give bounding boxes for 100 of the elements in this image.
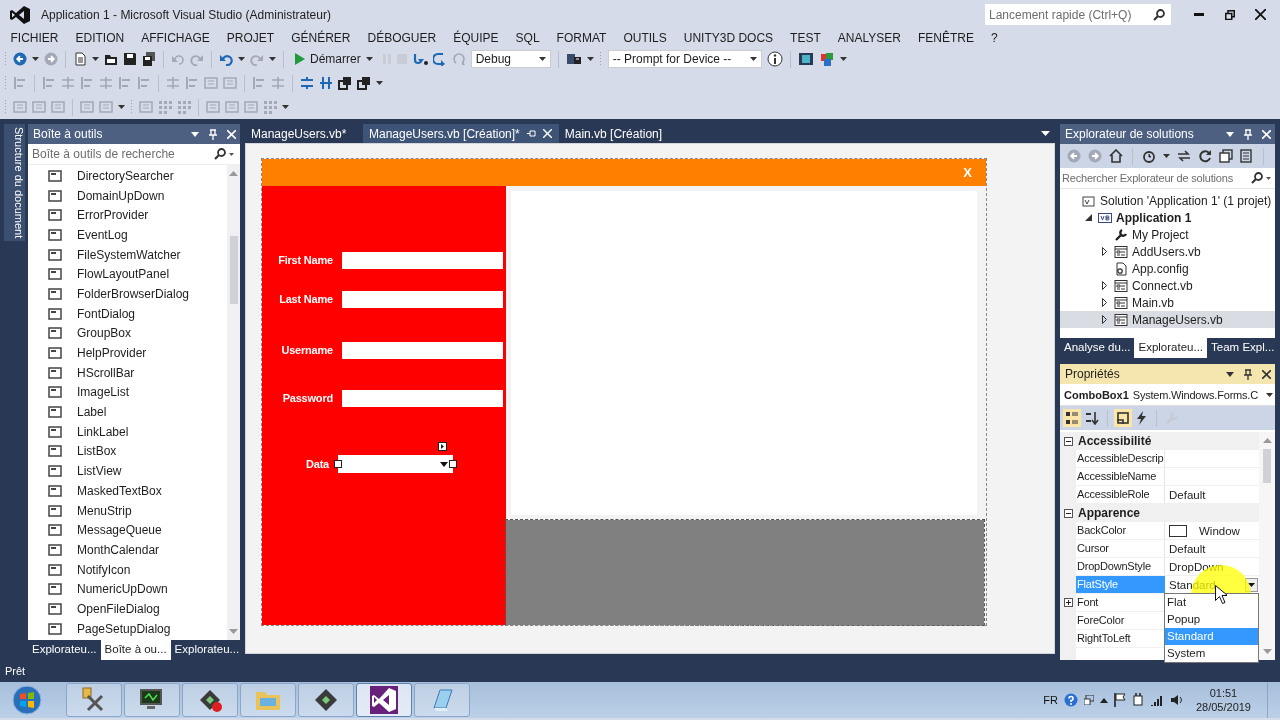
toolbar-grip[interactable] xyxy=(4,75,8,91)
undo-icon[interactable] xyxy=(219,52,233,66)
caret-icon[interactable] xyxy=(118,105,125,109)
caret-icon[interactable] xyxy=(1226,131,1234,137)
caret-icon[interactable] xyxy=(1163,154,1170,158)
toolbox-item[interactable]: FlowLayoutPanel xyxy=(28,264,227,285)
scrollbar[interactable] xyxy=(227,165,240,640)
toolbox-item[interactable]: NotifyIcon xyxy=(28,559,227,580)
search-icon[interactable] xyxy=(214,148,226,160)
expand-arrow-icon[interactable] xyxy=(1101,281,1107,290)
property-name[interactable]: Font xyxy=(1076,594,1165,611)
taskbar-app[interactable] xyxy=(182,683,238,717)
categorized-icon[interactable] xyxy=(1065,411,1079,425)
start-button[interactable]: Démarrer xyxy=(291,52,377,66)
collapse-arrow-icon[interactable] xyxy=(1084,214,1092,221)
caret-icon[interactable] xyxy=(229,152,234,156)
toolbar-grip[interactable] xyxy=(130,99,134,115)
menu-item[interactable]: OUTILS xyxy=(614,31,676,45)
bring-front-icon[interactable] xyxy=(338,76,352,90)
caret-icon[interactable] xyxy=(191,131,199,137)
property-name[interactable]: BackColor xyxy=(1076,522,1165,539)
start-button[interactable] xyxy=(12,685,42,715)
property-name[interactable]: ForeColor xyxy=(1076,612,1165,629)
save-icon[interactable] xyxy=(123,52,137,66)
scroll-down-icon[interactable] xyxy=(1262,649,1272,654)
search-icon[interactable] xyxy=(1153,8,1165,21)
smart-tag-icon[interactable] xyxy=(438,442,448,451)
caret-icon[interactable] xyxy=(32,57,39,61)
text-field[interactable] xyxy=(342,341,503,359)
caret-icon[interactable] xyxy=(376,81,383,85)
sync-icon[interactable] xyxy=(1177,149,1191,163)
caret-icon[interactable] xyxy=(839,57,847,61)
toolbox-item[interactable]: OpenFileDialog xyxy=(28,599,227,619)
side-tab[interactable]: Structure du document xyxy=(4,124,25,242)
caret-icon[interactable] xyxy=(586,57,594,61)
toolbox-item[interactable]: DirectorySearcher xyxy=(28,166,227,186)
caret-icon[interactable] xyxy=(92,57,99,61)
text-field[interactable] xyxy=(342,290,503,308)
search-field[interactable]: Boîte à outils de recherche xyxy=(28,147,211,161)
windows-icon[interactable] xyxy=(1083,695,1094,705)
info-icon[interactable] xyxy=(766,51,783,67)
taskbar-app[interactable] xyxy=(124,683,180,717)
caret-icon[interactable] xyxy=(269,57,276,61)
menu-item[interactable]: FORMAT xyxy=(548,31,615,45)
toolbox-item[interactable]: PageSetupDialog xyxy=(28,618,227,639)
scroll-thumb[interactable] xyxy=(229,236,238,304)
taskbar-app[interactable] xyxy=(298,683,354,717)
help-icon[interactable] xyxy=(1063,693,1078,707)
menu-item[interactable]: GÉNÉRER xyxy=(282,31,360,45)
toolbox-item[interactable]: GroupBox xyxy=(28,323,227,344)
device-icon[interactable] xyxy=(565,52,582,66)
menu-item[interactable]: FICHIER xyxy=(2,31,67,45)
language-indicator[interactable]: FR xyxy=(1043,694,1058,706)
menu-item[interactable]: EDITION xyxy=(67,31,133,45)
network-icon[interactable] xyxy=(1149,694,1164,706)
panel-tab[interactable]: Boîte à ou... xyxy=(100,640,171,660)
search-field[interactable]: Boîte à outils de recherche xyxy=(28,144,240,165)
menu-item[interactable]: PROJET xyxy=(218,31,283,45)
toolbox-item[interactable]: MessageQueue xyxy=(28,520,227,541)
menu-item[interactable]: ? xyxy=(982,31,1007,45)
toolbox-item[interactable]: EventLog xyxy=(28,225,227,245)
property-name[interactable]: AccessibleRole xyxy=(1076,486,1165,503)
step-icon[interactable] xyxy=(411,52,428,66)
tree-item[interactable]: App.config xyxy=(1060,260,1275,277)
sort-icon[interactable] xyxy=(1085,411,1099,425)
taskbar-app[interactable] xyxy=(66,683,122,717)
menu-item[interactable]: ANALYSER xyxy=(829,31,910,45)
dropdown-option[interactable]: Flat xyxy=(1165,594,1258,611)
scroll-thumb[interactable] xyxy=(1263,449,1271,483)
menu-item[interactable]: ÉQUIPE xyxy=(444,31,508,45)
volume-icon[interactable] xyxy=(1169,694,1184,706)
property-name[interactable]: DropDownStyle xyxy=(1076,558,1165,575)
expand-arrow-icon[interactable] xyxy=(1101,298,1107,307)
property-name[interactable]: AccessibleName xyxy=(1076,468,1165,485)
property-name[interactable]: RightToLeft xyxy=(1076,630,1165,647)
home-icon[interactable] xyxy=(1109,149,1123,163)
cubes-icon[interactable] xyxy=(818,51,835,67)
property-name[interactable]: AccessibleDescrip xyxy=(1076,450,1165,467)
toolbar-grip[interactable] xyxy=(4,51,8,67)
collapse-all-icon[interactable] xyxy=(1219,149,1233,163)
toolbox-item[interactable]: LinkLabel xyxy=(28,421,227,442)
toolbox-item[interactable]: ErrorProvider xyxy=(28,205,227,226)
clock[interactable]: 01:51 28/05/2019 xyxy=(1195,686,1251,714)
dropdown-option[interactable]: System xyxy=(1165,645,1258,662)
properties-icon[interactable] xyxy=(1116,411,1130,425)
panel-tab[interactable]: Analyse du... xyxy=(1060,338,1135,358)
panel-tab[interactable]: Explorateu... xyxy=(1134,338,1208,358)
device-dropdown[interactable]: -- Prompt for Device -- xyxy=(607,50,762,68)
property-value[interactable]: Window xyxy=(1199,524,1240,537)
expand-icon[interactable] xyxy=(1063,598,1073,607)
open-icon[interactable] xyxy=(104,52,118,66)
tree-item[interactable]: AddUsers.vb xyxy=(1060,243,1275,260)
menu-item[interactable]: UNITY3D DOCS xyxy=(675,31,782,45)
toolbox-item[interactable]: ImageList xyxy=(28,382,227,403)
text-field[interactable] xyxy=(342,251,503,269)
expand-arrow-icon[interactable] xyxy=(1101,247,1107,256)
caret-icon[interactable] xyxy=(1041,131,1050,136)
tray-arrow-icon[interactable] xyxy=(1099,697,1108,703)
property-value[interactable]: DropDown xyxy=(1169,560,1224,573)
refresh-icon[interactable] xyxy=(1198,149,1212,163)
